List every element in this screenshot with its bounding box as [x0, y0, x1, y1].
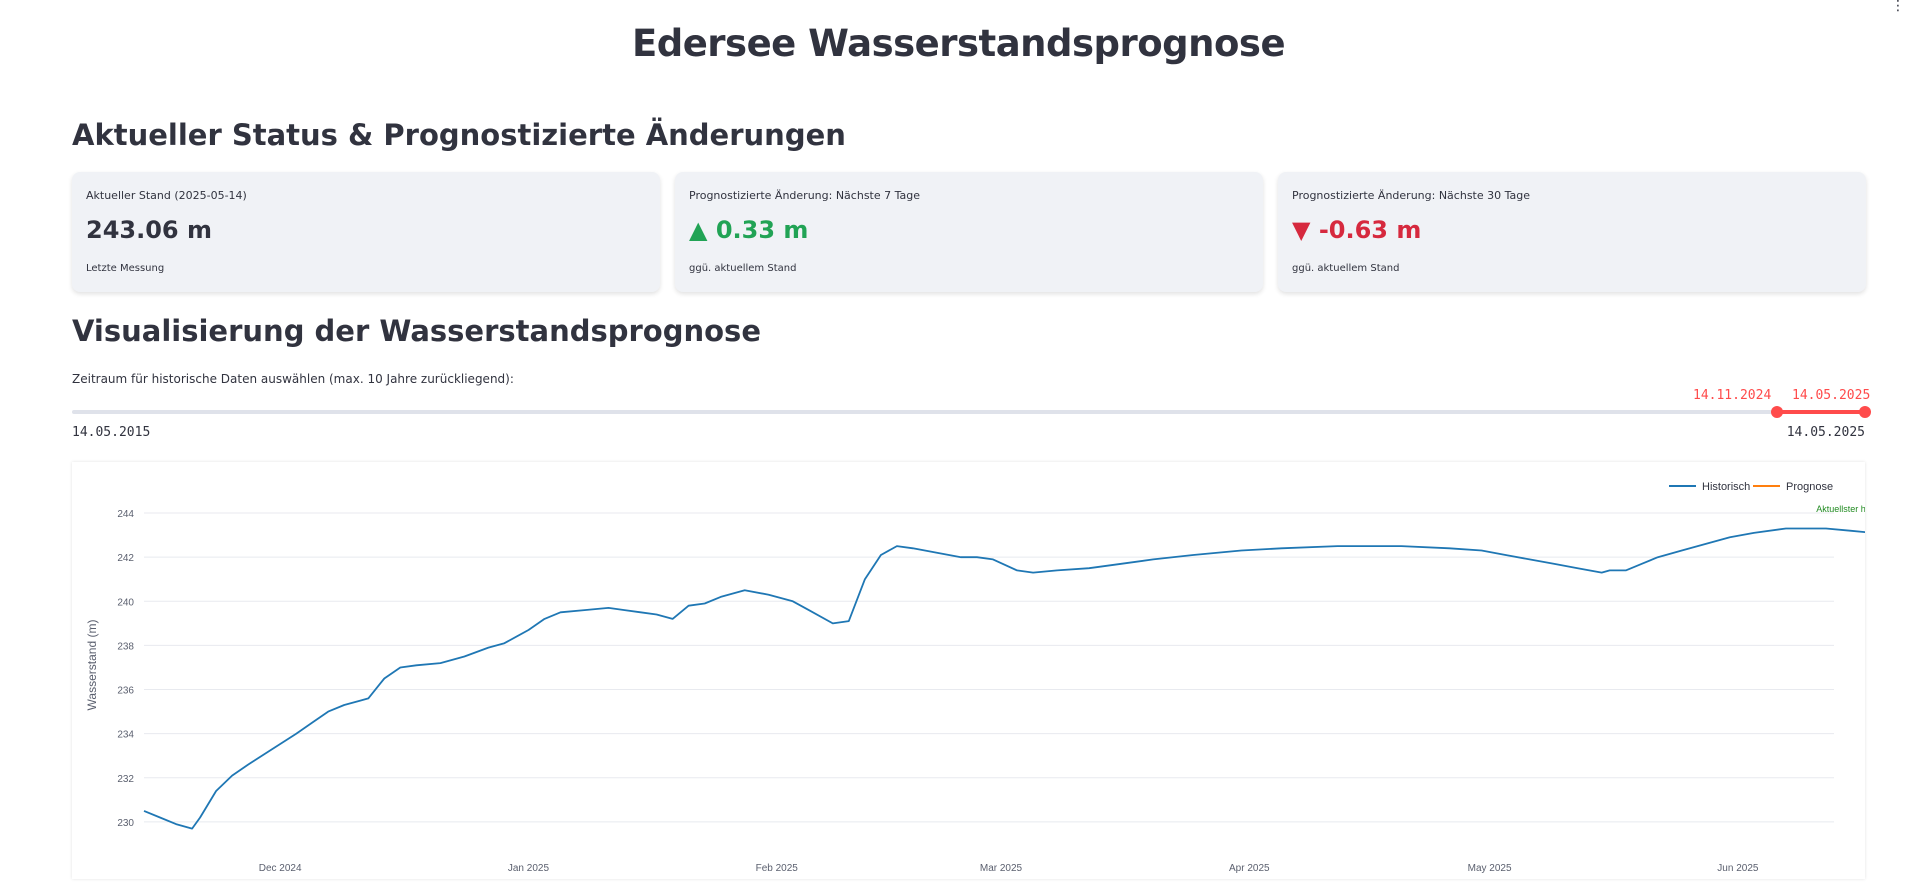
x-tick-label: May 2025 — [1468, 863, 1512, 874]
chart-annotation: Aktuellster historischer Messwert — [1816, 504, 1917, 852]
metric-sublabel: ggü. aktuellem Stand — [689, 263, 797, 274]
y-axis-label: Wasserstand (m) — [85, 620, 99, 711]
x-tick-label: Apr 2025 — [1229, 863, 1270, 874]
slider-label: Zeitraum für historische Daten auswählen… — [72, 372, 514, 386]
x-tick-label: Jun 2025 — [1717, 863, 1759, 874]
x-tick-label: Dec 2024 — [259, 863, 302, 874]
y-tick-label: 230 — [117, 818, 134, 829]
y-tick-label: 244 — [117, 509, 134, 520]
chart-legend[interactable]: Historisch Prognose — [1669, 481, 1833, 493]
metric-value: ▼ -0.63 m — [1292, 216, 1421, 244]
y-tick-label: 236 — [117, 686, 134, 697]
series-line-historisch — [143, 527, 1883, 830]
status-section-title: Aktueller Status & Prognostizierte Änder… — [72, 118, 846, 152]
legend-label-historisch: Historisch — [1702, 481, 1750, 493]
metric-value: 243.06 m — [86, 216, 212, 244]
slider-min-label: 14.05.2015 — [72, 425, 151, 440]
slider-end-value: 14.05.2025 — [1792, 388, 1871, 403]
annotation-label: Aktuellster historischer Messwert — [1816, 504, 1865, 514]
water-level-chart[interactable]: 230 232 234 236 238 240 242 244 Dec 2024 Jan 202… — [72, 462, 1917, 879]
metric-card-30-days: Prognostizierte Änderung: Nächste 30 Tag… — [1278, 172, 1866, 292]
metric-value: ▲ 0.33 m — [689, 216, 808, 244]
metric-sublabel: Letzte Messung — [86, 263, 165, 274]
x-tick-label: Mar 2025 — [980, 863, 1023, 874]
x-tick-label: Feb 2025 — [756, 863, 799, 874]
x-tick-label: Jan 2025 — [508, 863, 550, 874]
y-tick-label: 232 — [117, 774, 134, 785]
y-tick-label: 234 — [117, 730, 134, 741]
metric-label: Prognostizierte Änderung: Nächste 7 Tage — [689, 189, 921, 202]
chart-x-ticks: Dec 2024 Jan 2025 Feb 2025 Mar 2025 Apr 2025… — [259, 863, 1759, 874]
arrow-down-icon: ▼ — [1292, 216, 1311, 244]
chart-y-ticks: 230 232 234 236 238 240 242 244 — [117, 509, 134, 829]
chart-svg: 230 232 234 236 238 240 242 244 Dec 2024 Jan 202… — [85, 481, 1917, 874]
metric-label: Prognostizierte Änderung: Nächste 30 Tag… — [1292, 189, 1531, 202]
chart-series — [143, 525, 1917, 830]
arrow-up-icon: ▲ — [689, 216, 708, 244]
slider-selected-range — [1777, 410, 1865, 414]
more-menu-icon[interactable]: ⋮ — [1891, 0, 1905, 16]
slider-track[interactable] — [72, 410, 1865, 414]
slider-start-handle[interactable] — [1771, 406, 1783, 418]
page-title: Edersee Wasserstandsprognose — [631, 22, 1286, 65]
y-tick-label: 240 — [117, 597, 134, 608]
metric-delta: 0.33 m — [715, 216, 809, 244]
metric-card-7-days: Prognostizierte Änderung: Nächste 7 Tage… — [675, 172, 1263, 292]
viz-section-title: Visualisierung der Wasserstandsprognose — [72, 314, 761, 348]
slider-start-value: 14.11.2024 — [1693, 388, 1772, 403]
legend-label-prognose: Prognose — [1786, 481, 1833, 493]
metric-label: Aktueller Stand (2025-05-14) — [86, 189, 247, 202]
metric-card-current: Aktueller Stand (2025-05-14) 243.06 m Le… — [72, 172, 660, 292]
slider-end-handle[interactable] — [1859, 406, 1871, 418]
y-tick-label: 242 — [117, 553, 134, 564]
metric-delta: -0.63 m — [1318, 216, 1422, 244]
slider-max-label: 14.05.2025 — [1786, 425, 1865, 440]
y-tick-label: 238 — [117, 641, 134, 652]
metric-sublabel: ggü. aktuellem Stand — [1292, 263, 1400, 274]
